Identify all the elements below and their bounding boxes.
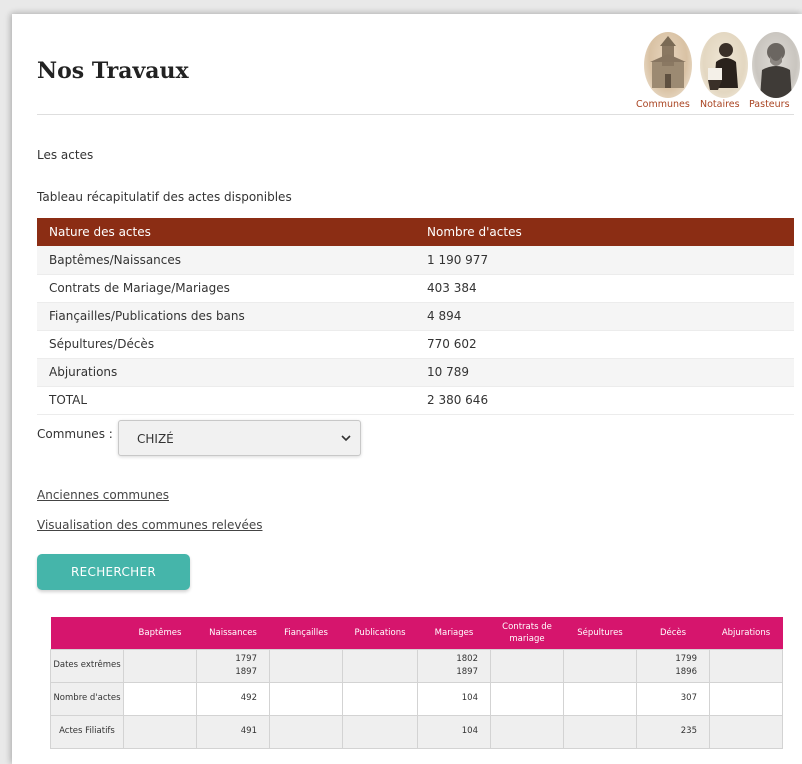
table-cell: 491: [196, 714, 270, 749]
row-label: Actes Filiatifs: [50, 714, 124, 749]
notary-portrait-icon[interactable]: [700, 32, 748, 98]
table-cell: 770 602: [415, 330, 794, 359]
table-cell: [123, 648, 197, 683]
table-cell: [563, 714, 637, 749]
table-cell: 1797 1897: [196, 648, 270, 683]
detail-header-baptemes: Baptêmes: [123, 617, 197, 649]
table-cell: 10 789: [415, 358, 794, 387]
communes-portrait-label[interactable]: Communes: [636, 99, 690, 110]
table-cell: [123, 681, 197, 716]
table-cell: [123, 714, 197, 749]
anciennes-communes-link[interactable]: Anciennes communes: [37, 488, 169, 502]
table-cell: 492: [196, 681, 270, 716]
detail-header-contrats: Contrats de mariage: [490, 617, 564, 649]
table-cell: 1 190 977: [415, 246, 794, 275]
detail-header-sepultures: Sépultures: [563, 617, 637, 649]
detail-header-corner: [50, 617, 124, 649]
table-cell: [342, 714, 418, 749]
recap-header-row: Nature des actes Nombre d'actes: [37, 218, 794, 246]
table-cell: [269, 681, 343, 716]
notaires-portrait-label[interactable]: Notaires: [700, 99, 740, 110]
detail-header-fiancailles: Fiançailles: [269, 617, 343, 649]
header: Nos Travaux Communes Notaires Pasteurs: [12, 14, 802, 116]
recap-header-nature: Nature des actes: [37, 218, 415, 246]
table-cell: Sépultures/Décès: [37, 330, 415, 359]
detail-header-publications: Publications: [342, 617, 418, 649]
table-row: Sépultures/Décès 770 602: [37, 330, 794, 359]
table-cell: 1802 1897: [417, 648, 491, 683]
table-cell: Abjurations: [37, 358, 415, 387]
communes-select-value: CHIZÉ: [137, 432, 174, 446]
table-row: Fiançailles/Publications des bans 4 894: [37, 302, 794, 331]
table-cell: [490, 648, 564, 683]
table-row: Baptêmes/Naissances 1 190 977: [37, 246, 794, 275]
recap-table: Nature des actes Nombre d'actes Baptêmes…: [37, 218, 794, 415]
table-cell: Contrats de Mariage/Mariages: [37, 274, 415, 303]
table-row: TOTAL 2 380 646: [37, 386, 794, 415]
table-cell: [342, 681, 418, 716]
section-label: Les actes: [37, 148, 94, 162]
table-cell: [490, 681, 564, 716]
table-cell: Baptêmes/Naissances: [37, 246, 415, 275]
table-cell: 4 894: [415, 302, 794, 331]
table-cell: 1799 1896: [636, 648, 710, 683]
table-cell: [490, 714, 564, 749]
table-cell: [269, 714, 343, 749]
table-row: Dates extrêmes 1797 1897 1802 1897 1799 …: [50, 648, 783, 683]
table-cell: 307: [636, 681, 710, 716]
table-cell: 104: [417, 681, 491, 716]
visualisation-communes-link[interactable]: Visualisation des communes relevées: [37, 518, 263, 532]
table-row: Abjurations 10 789: [37, 358, 794, 387]
table-caption: Tableau récapitulatif des actes disponib…: [37, 190, 292, 204]
detail-header-row: Baptêmes Naissances Fiançailles Publicat…: [50, 617, 783, 649]
table-row: Nombre d'actes 492 104 307: [50, 681, 783, 716]
recap-header-nombre: Nombre d'actes: [415, 218, 794, 246]
table-cell: 403 384: [415, 274, 794, 303]
table-cell: [563, 648, 637, 683]
pasteurs-portrait-label[interactable]: Pasteurs: [749, 99, 790, 110]
table-cell: [269, 648, 343, 683]
table-cell: [563, 681, 637, 716]
table-cell: [342, 648, 418, 683]
table-cell: [709, 648, 783, 683]
portrait-nav: Communes Notaires Pasteurs: [636, 30, 802, 114]
communes-select[interactable]: CHIZÉ: [118, 420, 361, 456]
table-cell: [709, 681, 783, 716]
pastor-portrait-icon[interactable]: [752, 32, 800, 98]
table-cell: 235: [636, 714, 710, 749]
search-button[interactable]: RECHERCHER: [37, 554, 190, 590]
chevron-down-icon: [341, 435, 351, 442]
table-cell: TOTAL: [37, 386, 415, 415]
detail-header-naissances: Naissances: [196, 617, 270, 649]
detail-header-abjurations: Abjurations: [709, 617, 783, 649]
table-cell: [709, 714, 783, 749]
page: Nos Travaux Communes Notaires Pasteurs L…: [12, 14, 802, 764]
header-divider: [37, 114, 794, 115]
table-cell: Fiançailles/Publications des bans: [37, 302, 415, 331]
table-cell: 104: [417, 714, 491, 749]
church-icon[interactable]: [644, 32, 692, 98]
row-label: Dates extrêmes: [50, 648, 124, 683]
detail-table: Baptêmes Naissances Fiançailles Publicat…: [50, 617, 783, 749]
row-label: Nombre d'actes: [50, 681, 124, 716]
page-title: Nos Travaux: [37, 58, 189, 84]
table-row: Contrats de Mariage/Mariages 403 384: [37, 274, 794, 303]
table-cell: 2 380 646: [415, 386, 794, 415]
detail-header-mariages: Mariages: [417, 617, 491, 649]
detail-header-deces: Décès: [636, 617, 710, 649]
table-row: Actes Filiatifs 491 104 235: [50, 714, 783, 749]
communes-label: Communes :: [37, 427, 113, 441]
